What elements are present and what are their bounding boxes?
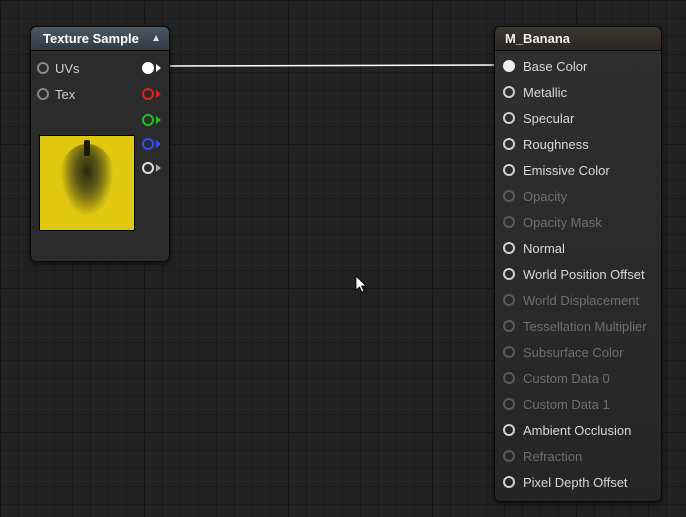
pin-arrow-icon xyxy=(156,90,161,98)
material-input-refraction: Refraction xyxy=(495,443,661,469)
pin-label: World Position Offset xyxy=(523,267,645,282)
texture-preview[interactable] xyxy=(39,135,135,231)
pin-label: Opacity Mask xyxy=(523,215,602,230)
pin-icon xyxy=(142,62,154,74)
material-input-ambient-occlusion[interactable]: Ambient Occlusion xyxy=(495,417,661,443)
material-input-custom-data-1: Custom Data 1 xyxy=(495,391,661,417)
pin-icon xyxy=(503,346,515,358)
pin-icon xyxy=(503,216,515,228)
pin-icon xyxy=(142,138,154,150)
pin-icon xyxy=(503,398,515,410)
material-input-custom-data-0: Custom Data 0 xyxy=(495,365,661,391)
pin-arrow-icon xyxy=(156,164,161,172)
pin-icon xyxy=(503,138,515,150)
pin-label: World Displacement xyxy=(523,293,639,308)
pin-icon xyxy=(503,60,515,72)
output-pin-a[interactable] xyxy=(142,162,161,174)
pin-label: Ambient Occlusion xyxy=(523,423,631,438)
pin-label: Pixel Depth Offset xyxy=(523,475,628,490)
input-pin-uvs[interactable]: UVs xyxy=(37,61,80,76)
pin-label: Opacity xyxy=(523,189,567,204)
pin-label: Refraction xyxy=(523,449,582,464)
pin-label: Custom Data 1 xyxy=(523,397,610,412)
material-input-metallic[interactable]: Metallic xyxy=(495,79,661,105)
material-input-opacity-mask: Opacity Mask xyxy=(495,209,661,235)
pin-icon xyxy=(503,320,515,332)
pin-icon xyxy=(142,114,154,126)
pin-label: Tessellation Multiplier xyxy=(523,319,647,334)
material-node-header[interactable]: M_Banana xyxy=(495,27,661,51)
pin-icon xyxy=(503,164,515,176)
material-input-pixel-depth-offset[interactable]: Pixel Depth Offset xyxy=(495,469,661,495)
material-input-base-color[interactable]: Base Color xyxy=(495,53,661,79)
material-input-tessellation-multiplier: Tessellation Multiplier xyxy=(495,313,661,339)
texture-sample-title: Texture Sample xyxy=(43,31,139,46)
material-input-subsurface-color: Subsurface Color xyxy=(495,339,661,365)
input-pin-tex[interactable]: Tex xyxy=(37,87,75,102)
pin-icon xyxy=(503,424,515,436)
pin-label: Specular xyxy=(523,111,574,126)
preview-content xyxy=(84,140,90,156)
texture-sample-node[interactable]: Texture Sample ▲ UVs Tex xyxy=(30,26,170,262)
pin-label: Metallic xyxy=(523,85,567,100)
pin-icon xyxy=(142,162,154,174)
material-input-opacity: Opacity xyxy=(495,183,661,209)
pin-label: Normal xyxy=(523,241,565,256)
material-input-emissive-color[interactable]: Emissive Color xyxy=(495,157,661,183)
pin-arrow-icon xyxy=(156,140,161,148)
material-node-body: Base Color Metallic Specular Roughness Emiss… xyxy=(495,51,661,501)
material-input-world-position-offset[interactable]: World Position Offset xyxy=(495,261,661,287)
pin-icon xyxy=(503,268,515,280)
pin-icon xyxy=(37,88,49,100)
material-input-roughness[interactable]: Roughness xyxy=(495,131,661,157)
pin-icon xyxy=(37,62,49,74)
output-pin-r[interactable] xyxy=(142,88,161,100)
pin-label: Emissive Color xyxy=(523,163,610,178)
material-input-normal[interactable]: Normal xyxy=(495,235,661,261)
output-pin-b[interactable] xyxy=(142,138,161,150)
pin-icon xyxy=(503,112,515,124)
pin-icon xyxy=(503,450,515,462)
pin-icon xyxy=(503,86,515,98)
texture-sample-header[interactable]: Texture Sample ▲ xyxy=(31,27,169,51)
pin-label: Roughness xyxy=(523,137,589,152)
pin-arrow-icon xyxy=(156,116,161,124)
pin-icon xyxy=(503,294,515,306)
material-input-specular[interactable]: Specular xyxy=(495,105,661,131)
pin-icon xyxy=(503,476,515,488)
material-node-title: M_Banana xyxy=(505,31,570,46)
output-pin-rgb[interactable] xyxy=(142,62,161,74)
material-input-world-displacement: World Displacement xyxy=(495,287,661,313)
pin-label: UVs xyxy=(55,61,80,76)
pin-label: Tex xyxy=(55,87,75,102)
pin-icon xyxy=(503,242,515,254)
pin-icon xyxy=(142,88,154,100)
pin-label: Base Color xyxy=(523,59,587,74)
pin-label: Custom Data 0 xyxy=(523,371,610,386)
pin-label: Subsurface Color xyxy=(523,345,623,360)
texture-sample-body: UVs Tex xyxy=(31,51,169,189)
material-output-node[interactable]: M_Banana Base Color Metallic Specular Rough… xyxy=(494,26,662,502)
collapse-icon[interactable]: ▲ xyxy=(151,33,161,44)
pin-arrow-icon xyxy=(156,64,161,72)
pin-icon xyxy=(503,190,515,202)
pin-icon xyxy=(503,372,515,384)
output-pin-g[interactable] xyxy=(142,114,161,126)
